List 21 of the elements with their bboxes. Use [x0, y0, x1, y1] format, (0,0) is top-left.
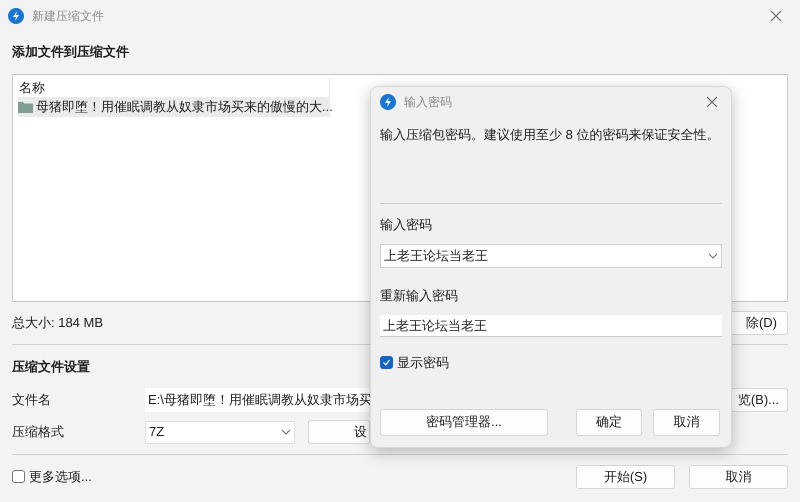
checkbox-label: 显示密码 [397, 354, 449, 372]
window-title: 新建压缩文件 [32, 8, 104, 25]
dialog-title: 输入密码 [404, 94, 452, 111]
checkbox-label: 更多选项... [29, 468, 92, 486]
password-manager-button[interactable]: 密码管理器... [380, 408, 548, 436]
format-select[interactable]: 7Z [145, 420, 295, 444]
section-heading: 添加文件到压缩文件 [12, 43, 129, 61]
field-label: 压缩格式 [12, 423, 65, 442]
start-button[interactable]: 开始(S) [576, 464, 675, 488]
dialog-message: 输入压缩包密码。建议使用至少 8 位的密码来保证安全性。 [380, 126, 720, 144]
field-label: 输入密码 [380, 216, 433, 234]
section-heading: 压缩文件设置 [12, 358, 90, 376]
cancel-button[interactable]: 取消 [689, 464, 788, 488]
ok-button[interactable]: 确定 [576, 408, 642, 436]
total-size: 总大小: 184 MB [12, 314, 104, 332]
confirm-password-field[interactable]: 上老王论坛当老王 [380, 315, 722, 337]
settings-button[interactable]: 设 [308, 420, 370, 444]
password-combo[interactable]: 上老王论坛当老王 [380, 244, 722, 268]
field-label: 重新输入密码 [380, 286, 459, 304]
cancel-button[interactable]: 取消 [653, 408, 720, 436]
field-label: 文件名 [12, 391, 52, 410]
